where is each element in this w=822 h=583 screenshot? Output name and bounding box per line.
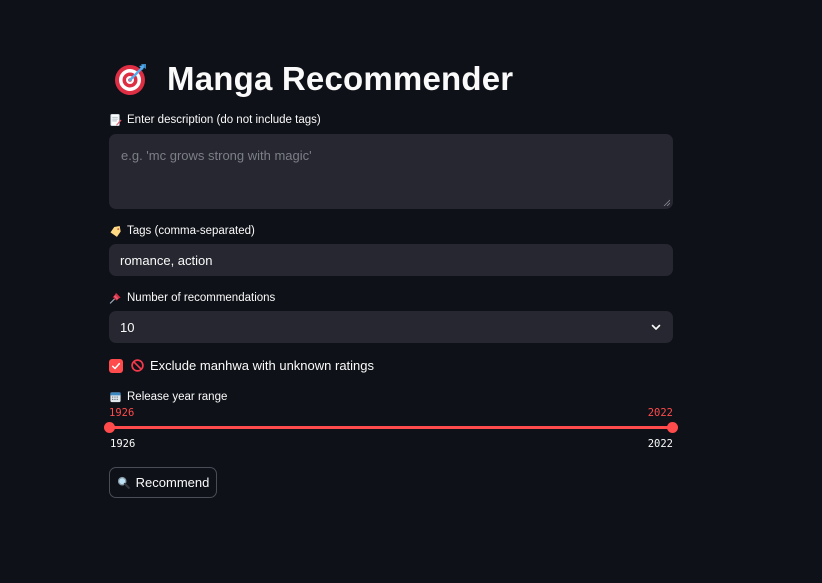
app-page: Manga Recommender Enter description (do …: [0, 0, 822, 583]
num-recs-label: Number of recommendations: [109, 290, 275, 306]
memo-icon: [110, 114, 122, 126]
tags-input[interactable]: [120, 252, 662, 268]
calendar-icon: [110, 392, 121, 403]
slider-selected-max: 2022: [647, 407, 673, 419]
target-dart-icon: [115, 64, 146, 95]
magnifier-icon: [117, 476, 130, 489]
slider-selected-min: 1926: [109, 407, 135, 419]
chevron-down-icon[interactable]: [650, 321, 662, 333]
exclude-unknown-checkbox[interactable]: [109, 358, 123, 373]
tags-label: Tags (comma-separated): [109, 223, 255, 239]
year-range-slider[interactable]: 1926 2022 1926 2022: [104, 405, 678, 455]
description-label: Enter description (do not include tags): [109, 112, 321, 128]
no-entry-icon: [131, 359, 144, 372]
pushpin-icon: [109, 292, 121, 304]
exclude-unknown-label-text: Exclude manhwa with unknown ratings: [150, 358, 375, 373]
slider-handle-max[interactable]: [667, 422, 678, 433]
page-title: Manga Recommender: [167, 60, 514, 97]
slider-track[interactable]: [109, 426, 673, 429]
slider-range-min: 1926: [110, 438, 136, 450]
slider-handle-min[interactable]: [104, 422, 115, 433]
recommend-button-label: Recommend: [135, 475, 210, 490]
description-field: [109, 134, 673, 209]
num-recs-selected-value: 10: [120, 319, 135, 335]
exclude-unknown-row[interactable]: Exclude manhwa with unknown ratings: [109, 357, 374, 374]
page-header: Manga Recommender: [113, 58, 513, 100]
exclude-unknown-label[interactable]: Exclude manhwa with unknown ratings: [131, 358, 374, 373]
year-range-label: Release year range: [109, 389, 227, 405]
year-range-label-text: Release year range: [127, 391, 228, 403]
tags-field: [109, 244, 673, 276]
num-recs-select[interactable]: 10: [109, 311, 673, 343]
slider-range-max: 2022: [647, 438, 673, 450]
checkmark-icon: [111, 362, 121, 369]
tags-label-text: Tags (comma-separated): [127, 225, 255, 237]
num-recs-label-text: Number of recommendations: [127, 292, 276, 304]
label-tag-icon: [110, 226, 121, 237]
description-input[interactable]: [121, 148, 661, 195]
description-label-text: Enter description (do not include tags): [127, 114, 321, 126]
resize-grip-icon[interactable]: [663, 199, 670, 206]
recommend-button[interactable]: Recommend: [109, 467, 217, 498]
